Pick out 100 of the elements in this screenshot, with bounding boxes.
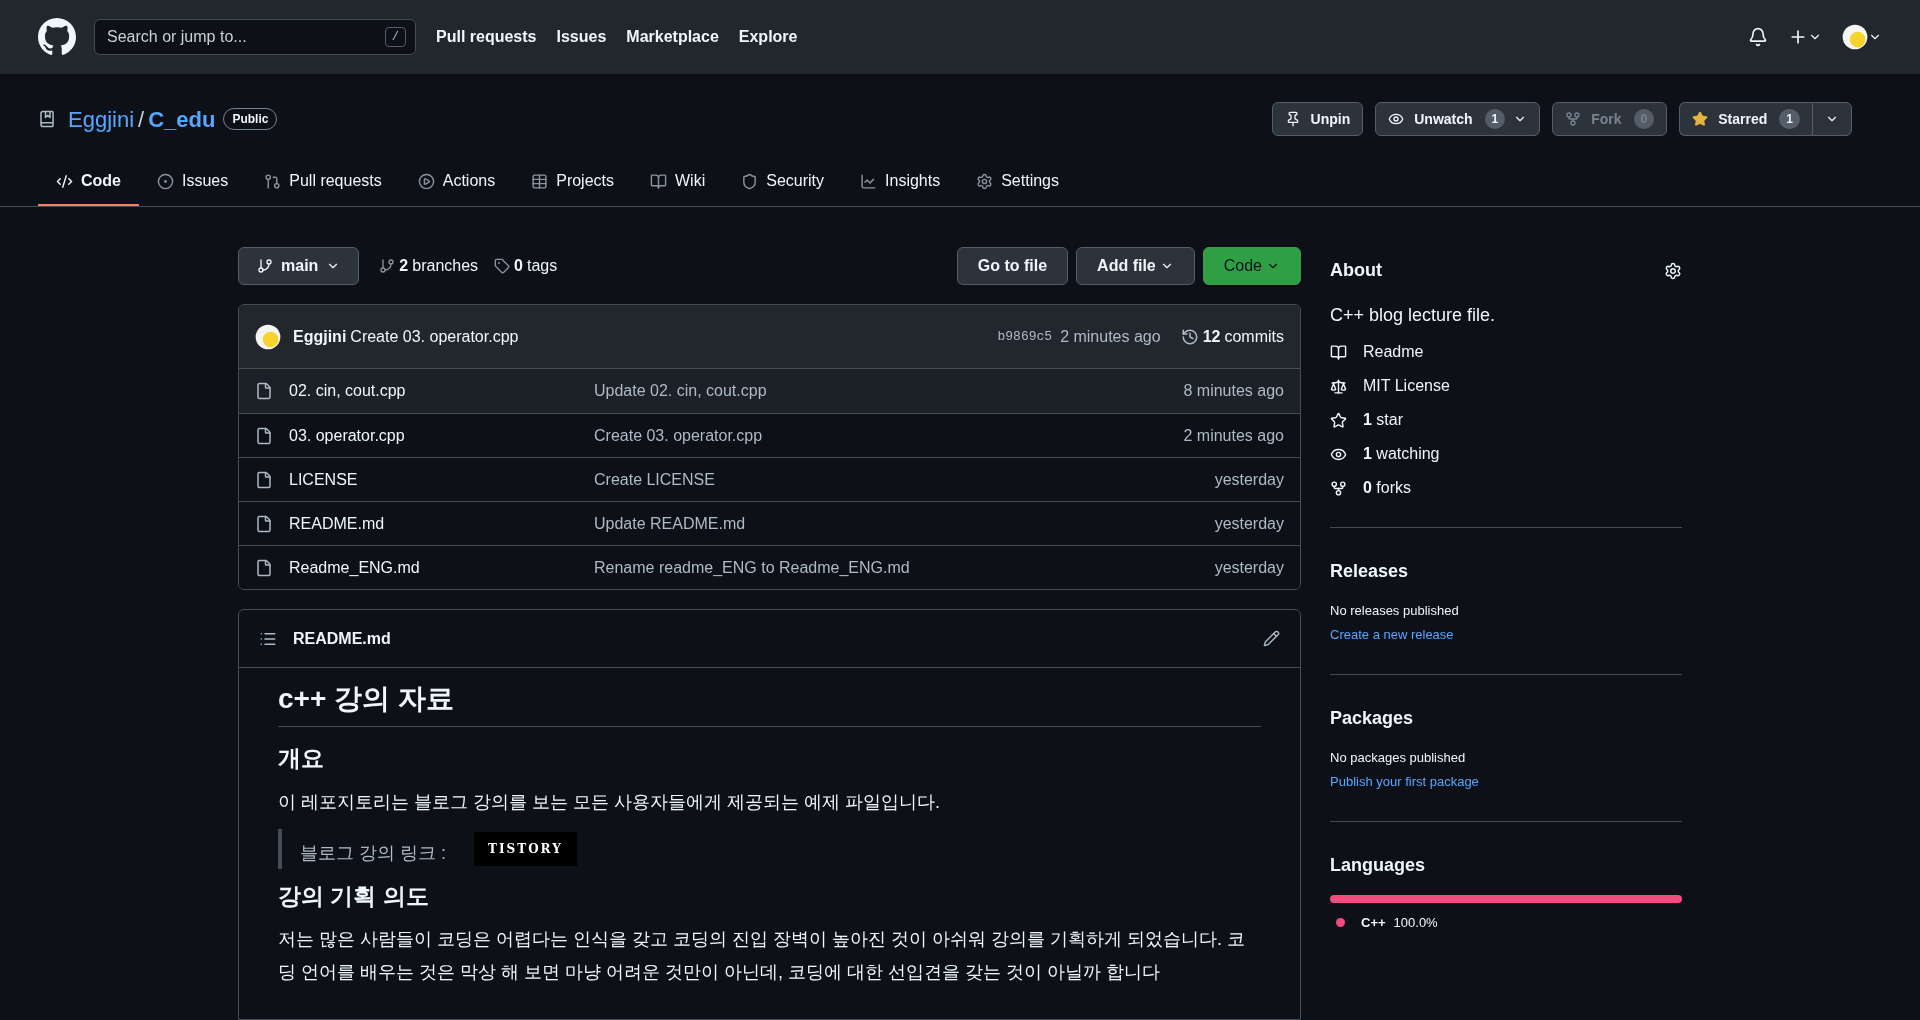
- shortcut-key: /: [384, 27, 406, 47]
- file-time: yesterday: [1214, 469, 1284, 490]
- section-heading: Packages: [1330, 707, 1415, 730]
- eye-icon: [1388, 111, 1405, 127]
- file-name[interactable]: README.md: [289, 511, 594, 536]
- readme-heading: c++ 강의 자료: [278, 678, 1261, 727]
- commit-hash[interactable]: b9869c5: [997, 326, 1053, 347]
- book-icon: [650, 172, 667, 190]
- file-name[interactable]: Readme_ENG.md: [289, 555, 594, 580]
- file-row[interactable]: Readme_ENG.md Rename readme_ENG to Readme_ENG.md yesterday: [239, 545, 1300, 589]
- branches-link[interactable]: 2 branches: [379, 254, 479, 278]
- commit-author[interactable]: Eggjini: [293, 324, 347, 349]
- code-button[interactable]: Code: [1202, 247, 1301, 285]
- file-icon: [255, 382, 273, 400]
- pull-request-icon: [264, 172, 282, 190]
- commit-message[interactable]: Create 03. operator.cpp: [350, 324, 519, 349]
- language-name: C++: [1361, 914, 1386, 932]
- shield-icon: [741, 172, 759, 190]
- nav-link[interactable]: Marketplace: [626, 25, 719, 49]
- tags-link[interactable]: 0 tags: [494, 254, 558, 278]
- pin-button[interactable]: Unpin: [1271, 102, 1364, 136]
- section-heading: Releases: [1330, 560, 1410, 583]
- repo-tab[interactable]: Settings: [958, 158, 1077, 206]
- repo-tab[interactable]: Insights: [842, 158, 959, 206]
- star-icon: [1330, 411, 1347, 429]
- star-menu-button[interactable]: [1812, 102, 1852, 136]
- octocat-logo[interactable]: [38, 18, 76, 56]
- avatar-icon: [255, 323, 281, 350]
- fork-icon: [1330, 479, 1347, 497]
- readme-title: README.md: [293, 628, 391, 649]
- file-commit-message[interactable]: Create LICENSE: [594, 467, 715, 492]
- tag-icon: [494, 258, 511, 274]
- file-time: 2 minutes ago: [1183, 425, 1284, 446]
- path-separator: /: [138, 105, 145, 134]
- file-time: yesterday: [1214, 557, 1284, 578]
- gear-icon: [976, 172, 994, 190]
- file-time: 8 minutes ago: [1183, 381, 1284, 401]
- counter: 1: [1484, 109, 1506, 129]
- repo-tab[interactable]: Pull requests: [246, 158, 400, 206]
- table-icon: [531, 172, 549, 190]
- branch-icon: [379, 258, 396, 274]
- branch-button[interactable]: main: [238, 247, 360, 285]
- language-percent: 100.0%: [1393, 914, 1438, 932]
- scale-icon: [1330, 377, 1347, 395]
- about-link[interactable]: 0 forks: [1330, 477, 1682, 499]
- file-row[interactable]: 02. cin, cout.cpp Update 02. cin, cout.cpp 8 minutes ago: [239, 369, 1300, 413]
- star-button[interactable]: Starred 1: [1679, 102, 1812, 136]
- paragraph: 저는 많은 사람들이 코딩은 어렵다는 인식을 갖고 코딩의 진입 장벽이 높아진 것이 아쉬워 강의를 기획하게 되었습니다. 코딩 언어를 배우는 것은 막상 해 보면 마냥 어려운 것만이 아닌데, 코딩에 대한 선입견을 갖는 것이 아닐까 합니다: [278, 928, 1247, 984]
- file-commit-message[interactable]: Rename readme_ENG to Readme_ENG.md: [594, 555, 910, 580]
- repo-tab[interactable]: Issues: [139, 158, 247, 206]
- empty-note: No releases published: [1330, 602, 1460, 620]
- nav-link[interactable]: Explore: [738, 25, 798, 49]
- repo-tab[interactable]: Wiki: [632, 158, 724, 206]
- paragraph: 이 레포지토리는 블로그 강의를 보는 모든 사용자들에게 제공되는 예제 파일입니다.: [278, 790, 941, 814]
- tistory-badge[interactable]: TISTORY: [474, 831, 577, 866]
- nav-link[interactable]: Issues: [556, 25, 607, 49]
- bell-icon[interactable]: [1748, 27, 1768, 47]
- profile-menu[interactable]: [1842, 24, 1882, 50]
- counter: 1: [1779, 109, 1800, 129]
- file-icon: [255, 426, 273, 445]
- watch-button[interactable]: Unwatch 1: [1375, 102, 1541, 136]
- file-name[interactable]: LICENSE: [289, 467, 594, 492]
- file-commit-message[interactable]: Update 02. cin, cout.cpp: [594, 379, 767, 403]
- graph-icon: [860, 172, 878, 190]
- about-link[interactable]: 1 watching: [1330, 443, 1682, 465]
- play-icon: [417, 172, 435, 190]
- file-time: yesterday: [1214, 513, 1284, 534]
- file-name[interactable]: 03. operator.cpp: [289, 423, 594, 448]
- add-file-button[interactable]: Add file: [1076, 247, 1195, 285]
- quote-text: 블로그 강의 링크 :: [300, 842, 446, 865]
- section-link[interactable]: Create a new release: [1330, 624, 1682, 644]
- about-heading: About: [1330, 259, 1382, 282]
- edit-icon[interactable]: [1263, 630, 1280, 647]
- repo-tab[interactable]: Actions: [399, 158, 514, 206]
- nav-link[interactable]: Pull requests: [436, 25, 537, 49]
- book-icon: [1330, 343, 1347, 361]
- empty-note: No packages published: [1330, 749, 1467, 767]
- section-heading: 강의 기획 의도: [278, 881, 430, 911]
- about-link[interactable]: 1 star: [1330, 409, 1682, 431]
- repo-tab[interactable]: Projects: [513, 158, 632, 206]
- file-commit-message[interactable]: Update README.md: [594, 511, 746, 536]
- about-link[interactable]: MIT License: [1330, 375, 1682, 397]
- history-icon: [1180, 327, 1199, 346]
- repo-name-link[interactable]: C_edu: [148, 102, 216, 136]
- go-to-file-button[interactable]: Go to file: [956, 247, 1069, 285]
- owner-link[interactable]: Eggjini: [68, 102, 135, 136]
- about-link[interactable]: Readme: [1330, 341, 1682, 363]
- commit-time: 2 minutes ago: [1060, 326, 1161, 347]
- section-link[interactable]: Publish your first package: [1330, 771, 1682, 791]
- circle-dot-icon: [157, 172, 174, 190]
- repo-tab[interactable]: Code: [38, 158, 139, 206]
- file-commit-message[interactable]: Create 03. operator.cpp: [594, 423, 763, 448]
- avatar-icon: [1842, 24, 1868, 50]
- repo-tab[interactable]: Security: [723, 158, 843, 206]
- gear-icon[interactable]: [1664, 261, 1682, 280]
- file-icon: [255, 514, 273, 533]
- file-name[interactable]: 02. cin, cout.cpp: [289, 379, 594, 403]
- star-icon: [1692, 111, 1709, 127]
- fork-icon: [1565, 111, 1582, 127]
- commits-link[interactable]: 12 commits: [1180, 324, 1284, 349]
